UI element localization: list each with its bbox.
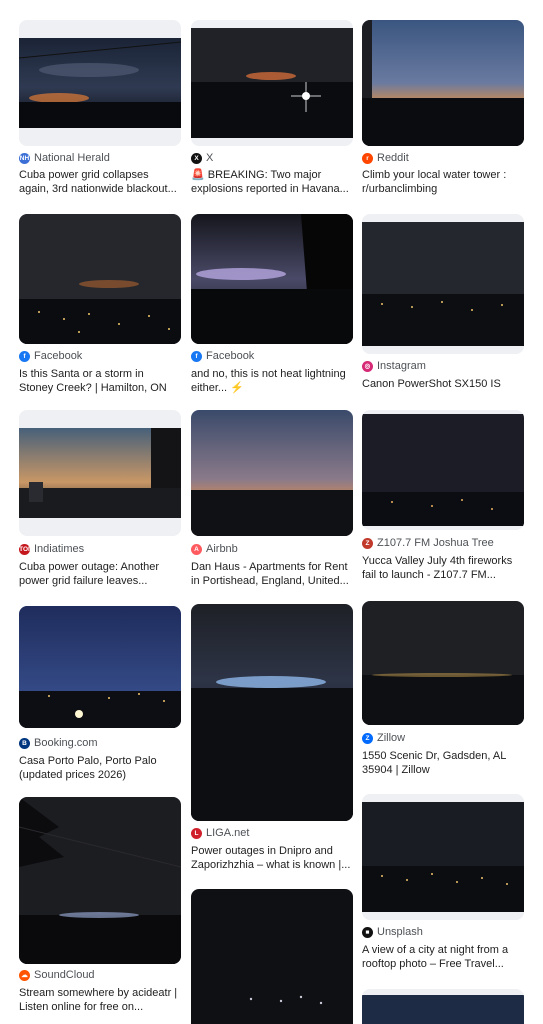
result-thumbnail[interactable] (191, 604, 353, 821)
water-tower-view-photo (362, 20, 524, 146)
dusk-rooftop-photo (19, 428, 181, 518)
dark-city-photo (191, 889, 353, 1024)
result-card[interactable]: TOI Indiatimes Cuba power outage: Anothe… (19, 410, 181, 590)
source-name: LIGA.net (206, 827, 250, 839)
result-title[interactable]: Power outages in Dnipro and Zaporizhzhia… (191, 844, 353, 872)
result-card[interactable]: X X 🚨 BREAKING: Two major explosions rep… (191, 20, 353, 200)
result-title[interactable]: Stream somewhere by acideatr | Listen on… (19, 986, 181, 1014)
sunset-clouds-photo (191, 410, 353, 536)
result-card[interactable]: Z Z107.7 FM Joshua Tree Yucca Valley Jul… (362, 410, 524, 590)
source-name: Booking.com (34, 737, 98, 749)
purple-glow-photo (191, 214, 353, 344)
source-name: Facebook (34, 350, 83, 362)
result-thumbnail[interactable] (19, 606, 181, 728)
result-title[interactable]: and no, this is not heat lightning eithe… (191, 367, 353, 394)
result-card[interactable]: ◎ Instagram Canon PowerShot SX150 IS (362, 214, 524, 394)
result-title[interactable]: Cuba power grid collapses again, 3rd nat… (19, 168, 181, 196)
rooftop-city-photo (362, 802, 524, 912)
site-favicon-icon: ■ (362, 926, 373, 938)
site-favicon-icon: Z (362, 537, 373, 549)
night-sky-photo (19, 38, 181, 128)
result-title[interactable]: Dan Haus - Apartments for Rent in Portis… (191, 560, 353, 588)
result-card[interactable] (191, 889, 353, 1024)
night-town-photo (19, 214, 181, 344)
result-thumbnail[interactable] (362, 20, 524, 146)
fireworks-night-photo (362, 414, 524, 526)
source-name: Zillow (377, 732, 406, 744)
result-title[interactable]: A view of a city at night from a rooftop… (362, 943, 524, 971)
source-name: Z107.7 FM Joshua Tree (377, 537, 494, 549)
result-card[interactable]: ■ Unsplash A view of a city at night fro… (362, 794, 524, 984)
site-favicon-icon: X (191, 152, 202, 164)
site-favicon-icon: ☁ (19, 969, 30, 981)
result-card[interactable]: B Booking.com Casa Porto Palo, Porto Pal… (19, 606, 181, 786)
site-favicon-icon: ◎ (362, 360, 373, 372)
result-card[interactable]: f Facebook and no, this is not heat ligh… (191, 214, 353, 394)
site-favicon-icon: B (19, 737, 30, 749)
result-card[interactable]: r Reddit Climb your local water tower : … (362, 20, 524, 200)
result-card[interactable]: f Facebook Is this Santa or a storm in S… (19, 214, 181, 394)
site-favicon-icon: Z (362, 732, 373, 744)
site-favicon-icon: r (362, 152, 373, 164)
source-name: Unsplash (377, 926, 423, 938)
result-thumbnail[interactable] (362, 989, 524, 1024)
result-title[interactable]: Cuba power outage: Another power grid fa… (19, 560, 181, 588)
cloudy-night-photo (362, 222, 524, 346)
result-card[interactable]: ☁ SoundCloud Stream somewhere by acideat… (19, 797, 181, 1024)
source-name: Instagram (377, 360, 426, 372)
source-name: SoundCloud (34, 969, 95, 981)
result-card[interactable]: NH National Herald Cuba power grid colla… (19, 20, 181, 200)
source-name: Airbnb (206, 543, 238, 555)
result-thumbnail[interactable] (191, 410, 353, 536)
result-thumbnail[interactable] (191, 20, 353, 146)
result-thumbnail[interactable] (362, 601, 524, 725)
result-thumbnail[interactable] (19, 20, 181, 146)
night-sky-photo (362, 995, 524, 1024)
source-name: Indiatimes (34, 543, 85, 555)
result-card[interactable] (362, 989, 524, 1024)
source-name: National Herald (34, 152, 110, 164)
dark-hillside-photo (362, 601, 524, 725)
result-thumbnail[interactable] (362, 794, 524, 920)
site-favicon-icon: f (191, 350, 202, 362)
result-thumbnail[interactable] (19, 797, 181, 964)
result-card[interactable]: L LIGA.net Power outages in Dnipro and Z… (191, 604, 353, 884)
result-thumbnail[interactable] (191, 889, 353, 1024)
result-thumbnail[interactable] (19, 410, 181, 536)
result-thumbnail[interactable] (362, 214, 524, 354)
source-name: Facebook (206, 350, 255, 362)
site-favicon-icon: NH (19, 152, 30, 164)
night-trees-photo (19, 797, 181, 964)
result-thumbnail[interactable] (362, 410, 524, 530)
result-thumbnail[interactable] (191, 214, 353, 344)
blue-hour-photo (19, 606, 181, 728)
result-thumbnail[interactable] (19, 214, 181, 344)
site-favicon-icon: TOI (19, 543, 30, 555)
result-title[interactable]: Casa Porto Palo, Porto Palo (updated pri… (19, 754, 181, 782)
result-card[interactable]: A Airbnb Dan Haus - Apartments for Rent … (191, 410, 353, 590)
night-explosion-photo (191, 28, 353, 138)
source-name: Reddit (377, 152, 409, 164)
source-name: X (206, 152, 214, 164)
result-title[interactable]: Climb your local water tower : r/urbancl… (362, 168, 524, 196)
site-favicon-icon: L (191, 827, 202, 839)
result-title[interactable]: Yucca Valley July 4th fireworks fail to … (362, 554, 524, 582)
result-card[interactable]: Z Zillow 1550 Scenic Dr, Gadsden, AL 359… (362, 601, 524, 781)
result-title[interactable]: 1550 Scenic Dr, Gadsden, AL 35904 | Zill… (362, 749, 524, 777)
site-favicon-icon: A (191, 543, 202, 555)
result-title[interactable]: Is this Santa or a storm in Stoney Creek… (19, 367, 181, 394)
result-title[interactable]: 🚨 BREAKING: Two major explosions reporte… (191, 168, 353, 196)
site-favicon-icon: f (19, 350, 30, 362)
blue-horizon-photo (191, 604, 353, 821)
result-title[interactable]: Canon PowerShot SX150 IS (362, 377, 524, 391)
